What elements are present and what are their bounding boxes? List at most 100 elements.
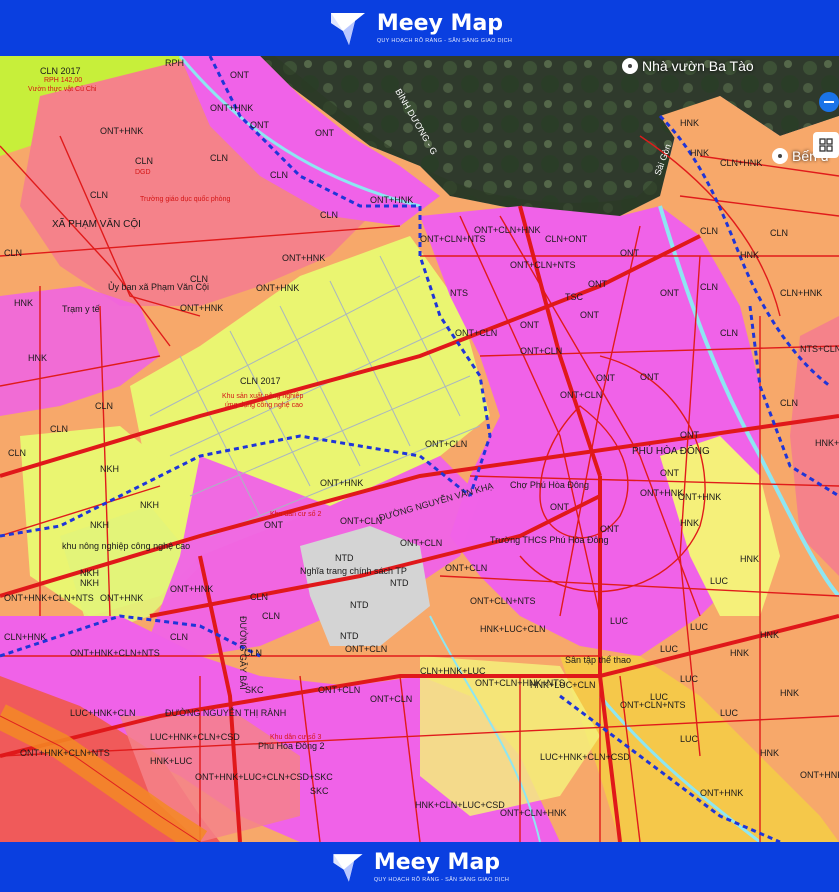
code-label: HNK	[740, 250, 759, 260]
label-market: Chợ Phú Hòa Đông	[510, 480, 589, 490]
meey-logo-icon	[333, 854, 363, 882]
code-label: ONT	[520, 320, 540, 330]
code-label: ONT+CLN+NTS	[620, 700, 686, 710]
code-label: ONT+HNK	[640, 488, 683, 498]
header-banner: Meey Map QUY HOẠCH RÕ RÀNG - SẴN SÀNG GI…	[0, 0, 839, 56]
code-label: ONT+HNK	[170, 584, 213, 594]
label-commune-phu-hoa-dong: PHÚ HÒA ĐÔNG	[632, 444, 710, 457]
code-label: CLN	[4, 248, 22, 258]
code-label: HNK+LUC+CLN	[480, 624, 546, 634]
code-label: ONT	[550, 502, 570, 512]
code-label: HNK	[760, 748, 779, 758]
map-zoom-out-button[interactable]	[819, 92, 839, 112]
code-label: NTD	[335, 553, 354, 563]
code-label: ONT	[250, 120, 270, 130]
code-label: ONT+CLN+HNK	[500, 808, 567, 818]
code-label: ONT	[264, 520, 284, 530]
code-label: LUC	[610, 616, 629, 626]
code-label: HNK	[730, 648, 749, 658]
code-label: DGD	[135, 169, 151, 176]
label-cemetery: Nghĩa trang chính sách TP	[300, 566, 407, 576]
code-label: ONT+CLN+NTS	[420, 234, 486, 244]
code-label: ONT+CLN+NTS	[470, 596, 536, 606]
code-label: ONT	[580, 310, 600, 320]
code-label: HNK	[680, 118, 699, 128]
poi-nha-vuon-ba-tao[interactable]: Nhà vườn Ba Tào	[622, 58, 754, 74]
layers-button[interactable]	[813, 132, 839, 158]
meey-map-logo-footer[interactable]: Meey Map QUY HOẠCH RÕ RÀNG - SẴN SÀNG GI…	[330, 849, 509, 885]
label-cln-2017-agri: CLN 2017	[240, 376, 281, 386]
code-label: ONT	[596, 373, 616, 383]
label-rph: RPH	[165, 58, 184, 68]
code-label: ONT+CLN	[340, 516, 382, 526]
code-label: ONT	[620, 248, 640, 258]
label-cln-2017-top: CLN 2017	[40, 66, 81, 76]
code-label: ONT+CLN	[400, 538, 442, 548]
code-label: LUC	[710, 576, 729, 586]
meey-logo-icon	[330, 13, 365, 45]
code-label: CLN	[50, 424, 68, 434]
code-label: ONT+HNK	[282, 253, 325, 263]
code-label: HNK	[690, 148, 709, 158]
code-label: HNK	[14, 298, 33, 308]
planning-map[interactable]: CLN 2017 RPH RPH 142,00 Vườn thực vật Củ…	[0, 56, 839, 842]
label-residential-2: Khu dân cư số 2	[270, 509, 321, 518]
code-label: ONT+HNK	[700, 788, 743, 798]
code-label: CLN+HNK	[720, 158, 762, 168]
code-label: LUC+HNK+CLN	[70, 708, 136, 718]
code-label: ONT+CLN+HNK	[474, 225, 541, 235]
code-label: ONT+CLN	[425, 439, 467, 449]
map-canvas[interactable]: CLN 2017 RPH RPH 142,00 Vườn thực vật Củ…	[0, 56, 839, 842]
location-pin-icon	[622, 58, 638, 74]
code-label: LUC	[680, 674, 699, 684]
code-label: ONT+HNK	[210, 103, 253, 113]
code-label: ONT	[660, 288, 680, 298]
code-label: ONT	[315, 128, 335, 138]
code-label: TSC	[565, 292, 584, 302]
code-label: NTS+CLN	[800, 344, 839, 354]
code-label: ONT+HNK	[320, 478, 363, 488]
code-label: LUC	[680, 734, 699, 744]
label-school-thcs: Trường THCS Phú Hòa Đông	[490, 535, 608, 545]
code-label: CLN	[780, 398, 798, 408]
code-label: NTD	[390, 578, 409, 588]
code-label: SKC	[310, 786, 329, 796]
code-label: NKH	[140, 500, 159, 510]
code-label: ONT+HNK	[370, 195, 413, 205]
label-medical-station: Trạm y tế	[62, 304, 100, 314]
location-pin-icon	[772, 148, 788, 164]
label-agri-hitech-sub: ứng dụng công nghệ cao	[225, 402, 303, 409]
code-label: ONT+HNK	[678, 492, 721, 502]
meey-map-logo[interactable]: Meey Map QUY HOẠCH RÕ RÀNG - SẴN SÀNG GI…	[327, 7, 512, 49]
code-label: ONT+CLN	[445, 563, 487, 573]
code-label: NKH	[100, 464, 119, 474]
code-label: ONT+HNK	[100, 593, 143, 603]
code-label: LUC	[660, 644, 679, 654]
code-label: HNK	[740, 554, 759, 564]
footer-banner: Meey Map QUY HOẠCH RÕ RÀNG - SẴN SÀNG GI…	[0, 842, 839, 892]
code-label: CLN	[95, 401, 113, 411]
code-label: SKC	[245, 685, 264, 695]
code-label: HNK+CLN+LUC+CSD	[415, 800, 505, 810]
code-label: ONT+CLN	[455, 328, 497, 338]
code-label: ONT	[660, 468, 680, 478]
code-label: LUC	[690, 622, 709, 632]
code-label: CLN	[720, 328, 738, 338]
code-label: ONT+CLN	[560, 390, 602, 400]
code-label: CLN	[90, 190, 108, 200]
label-phu-hoa-dong-2: Phú Hòa Đông 2	[258, 741, 325, 751]
brand-name: Meey Map	[373, 849, 501, 875]
code-label: LUC+HNK+CLN+CSD	[540, 752, 630, 762]
code-label: CLN	[250, 592, 268, 602]
code-label: ONT+HNK+CLN+NTS	[70, 648, 160, 658]
code-label: CLN	[270, 170, 288, 180]
label-nursery: Vườn thực vật Củ Chi	[28, 85, 97, 93]
layers-icon	[819, 138, 833, 152]
label-sports-field: Sân tập thể thao	[565, 655, 631, 665]
code-label: NKH	[90, 520, 109, 530]
brand-name: Meey Map	[376, 10, 504, 36]
code-label: CLN+HNK	[4, 632, 46, 642]
code-label: CLN	[190, 274, 208, 284]
code-label: NTD	[340, 631, 359, 641]
code-label: HNK	[28, 353, 47, 363]
